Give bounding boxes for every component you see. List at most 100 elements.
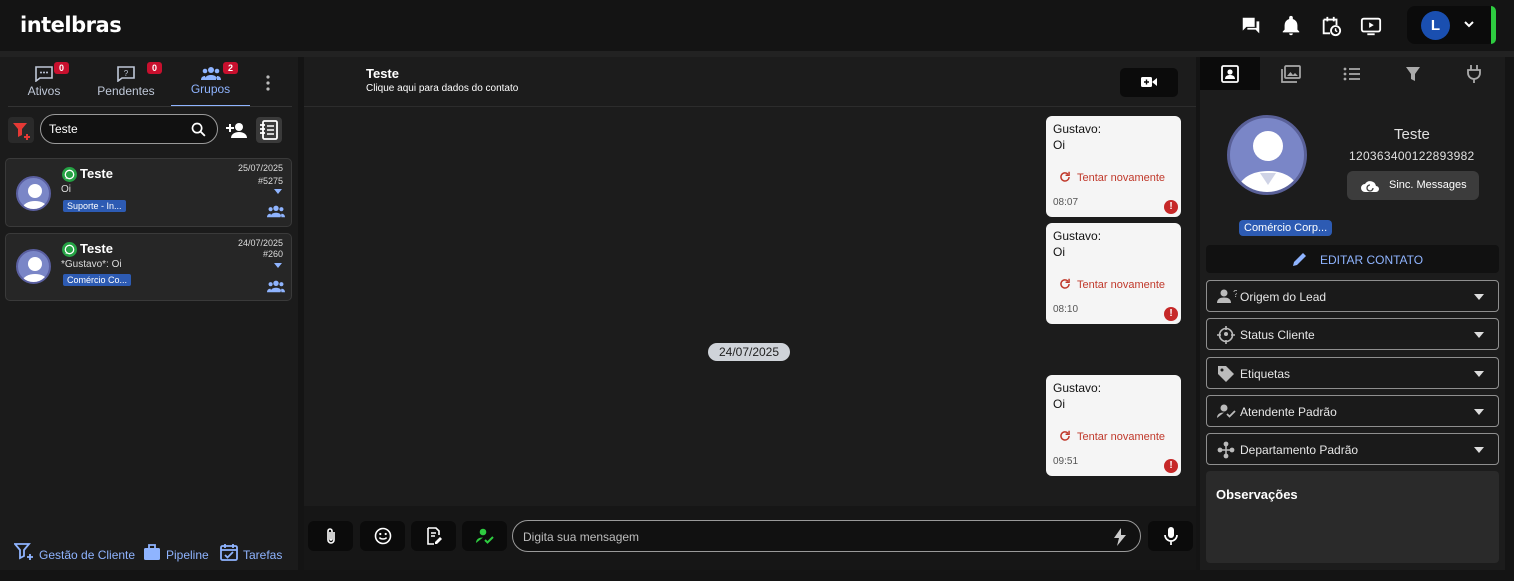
- calendar-check-icon: [220, 544, 238, 561]
- video-screen-icon[interactable]: [1360, 15, 1382, 37]
- tab-label: Pendentes: [97, 84, 155, 98]
- edit-label: EDITAR CONTATO: [1320, 253, 1424, 267]
- notes-title: Observações: [1216, 487, 1298, 502]
- tab-list[interactable]: [1322, 57, 1382, 90]
- message-text: Oi: [1053, 245, 1065, 259]
- avatar: [16, 249, 51, 284]
- department-tag: Comércio Co...: [63, 274, 132, 286]
- emoji-button[interactable]: [360, 521, 405, 551]
- chat-contact-subtitle[interactable]: Clique aqui para dados do contato: [366, 83, 518, 94]
- chat-question-icon: ?: [117, 66, 135, 82]
- contact-name: Teste: [80, 166, 113, 181]
- message-text: Oi: [1053, 397, 1065, 411]
- link-label: Tarefas: [243, 548, 283, 562]
- microphone-button[interactable]: [1148, 521, 1193, 551]
- notes-box[interactable]: Observações: [1206, 471, 1499, 563]
- user-menu[interactable]: L: [1407, 6, 1496, 44]
- link-label: Gestão de Cliente: [39, 548, 136, 562]
- message-input[interactable]: [523, 528, 1103, 546]
- video-call-button[interactable]: [1120, 68, 1178, 97]
- sync-messages-button[interactable]: Sinc. Messages: [1347, 171, 1479, 200]
- ticket-number: #5275: [257, 176, 283, 186]
- chat-icon[interactable]: [1240, 15, 1262, 37]
- filter-button[interactable]: [8, 117, 34, 143]
- contact-name: Teste: [80, 241, 113, 256]
- lightning-icon[interactable]: [1114, 528, 1126, 546]
- refresh-icon: [1060, 430, 1070, 441]
- tab-filter[interactable]: [1383, 57, 1443, 90]
- note-edit-icon: [426, 527, 442, 545]
- search-input[interactable]: [49, 120, 189, 138]
- whatsapp-icon: [62, 242, 77, 257]
- message-sender: Gustavo:: [1053, 229, 1102, 243]
- message-bubble: Gustavo: Oi Tentar novamente 09:51 !: [1046, 375, 1181, 476]
- retry-label: Tentar novamente: [1077, 431, 1166, 443]
- video-camera-icon: [1141, 77, 1157, 87]
- bell-icon[interactable]: [1280, 15, 1302, 37]
- tab-integrations[interactable]: [1444, 57, 1504, 90]
- field-label: Status Cliente: [1240, 328, 1315, 342]
- atendente-padrao-select[interactable]: Atendente Padrão: [1206, 395, 1499, 427]
- tab-contact[interactable]: [1200, 57, 1260, 90]
- person-icon: [21, 257, 49, 282]
- add-contact-button[interactable]: [224, 117, 250, 143]
- cloud-sync-icon: [1361, 181, 1379, 192]
- divider: [8, 106, 292, 107]
- hierarchy-icon: [1217, 441, 1235, 459]
- link-label: Pipeline: [166, 548, 209, 562]
- caret-down-icon[interactable]: [274, 189, 282, 194]
- edit-contact-button[interactable]: EDITAR CONTATO: [1206, 245, 1499, 273]
- attach-button[interactable]: [308, 521, 353, 551]
- tab-ativos[interactable]: Ativos 0: [20, 57, 69, 105]
- origem-lead-select[interactable]: ? Origem do Lead: [1206, 280, 1499, 312]
- whatsapp-icon: [62, 167, 77, 182]
- status-cliente-select[interactable]: Status Cliente: [1206, 318, 1499, 350]
- ticket-number: #260: [262, 249, 283, 259]
- top-bar: intelbras L: [0, 0, 1514, 51]
- pencil-icon: [1293, 253, 1306, 266]
- person-add-icon: [226, 123, 247, 138]
- conversation-date: 25/07/2025: [237, 163, 283, 173]
- logo: intelbras: [20, 13, 122, 37]
- date-separator: 24/07/2025: [708, 343, 790, 361]
- tab-pendentes[interactable]: ? Pendentes 0: [95, 57, 162, 105]
- group-icon: [267, 280, 285, 293]
- error-icon: !: [1164, 459, 1178, 473]
- last-message: Oi: [61, 184, 71, 195]
- conversation-item[interactable]: Teste *Gustavo*: Oi Comércio Co... 24/07…: [5, 233, 292, 301]
- message-sender: Gustavo:: [1053, 122, 1102, 136]
- tab-grupos[interactable]: Grupos 2: [171, 57, 250, 107]
- conversation-item[interactable]: Teste Oi Suporte - In... 25/07/2025 #527…: [5, 158, 292, 227]
- photo-library-icon: [1281, 64, 1301, 83]
- contacts-book-button[interactable]: [256, 117, 282, 143]
- search-box[interactable]: [40, 114, 218, 144]
- retry-button[interactable]: Tentar novamente: [1058, 429, 1165, 443]
- chat-panel: Teste Clique aqui para dados do contato …: [304, 57, 1196, 570]
- message-composer: [304, 506, 1196, 570]
- message-sender: Gustavo:: [1053, 381, 1102, 395]
- chat-header[interactable]: Teste Clique aqui para dados do contato: [304, 57, 1196, 107]
- message-input-box[interactable]: [512, 520, 1141, 552]
- tab-media[interactable]: [1261, 57, 1321, 90]
- etiquetas-select[interactable]: Etiquetas: [1206, 357, 1499, 389]
- assign-agent-button[interactable]: [462, 521, 507, 551]
- contact-phone: 120363400122893982: [1349, 149, 1475, 163]
- svg-text:?: ?: [124, 69, 129, 78]
- department-tag: Suporte - In...: [63, 200, 126, 212]
- filter-add-icon: [14, 543, 33, 560]
- group-icon: [267, 205, 285, 218]
- sync-label: Sinc. Messages: [1389, 179, 1467, 191]
- retry-button[interactable]: Tentar novamente: [1058, 170, 1165, 184]
- search-icon[interactable]: [190, 121, 207, 138]
- retry-button[interactable]: Tentar novamente: [1058, 277, 1165, 291]
- caret-down-icon: [1474, 447, 1484, 453]
- refresh-icon: [1060, 171, 1070, 182]
- contact-details-panel: Teste 120363400122893982 Sinc. Messages …: [1200, 57, 1505, 570]
- calendar-clock-icon[interactable]: [1320, 15, 1342, 37]
- more-options-icon[interactable]: [262, 74, 274, 92]
- departamento-padrao-select[interactable]: Departamento Padrão: [1206, 433, 1499, 465]
- person-check-icon: [475, 528, 494, 544]
- quick-note-button[interactable]: [411, 521, 456, 551]
- caret-down-icon[interactable]: [274, 263, 282, 268]
- message-time: 08:10: [1053, 304, 1079, 315]
